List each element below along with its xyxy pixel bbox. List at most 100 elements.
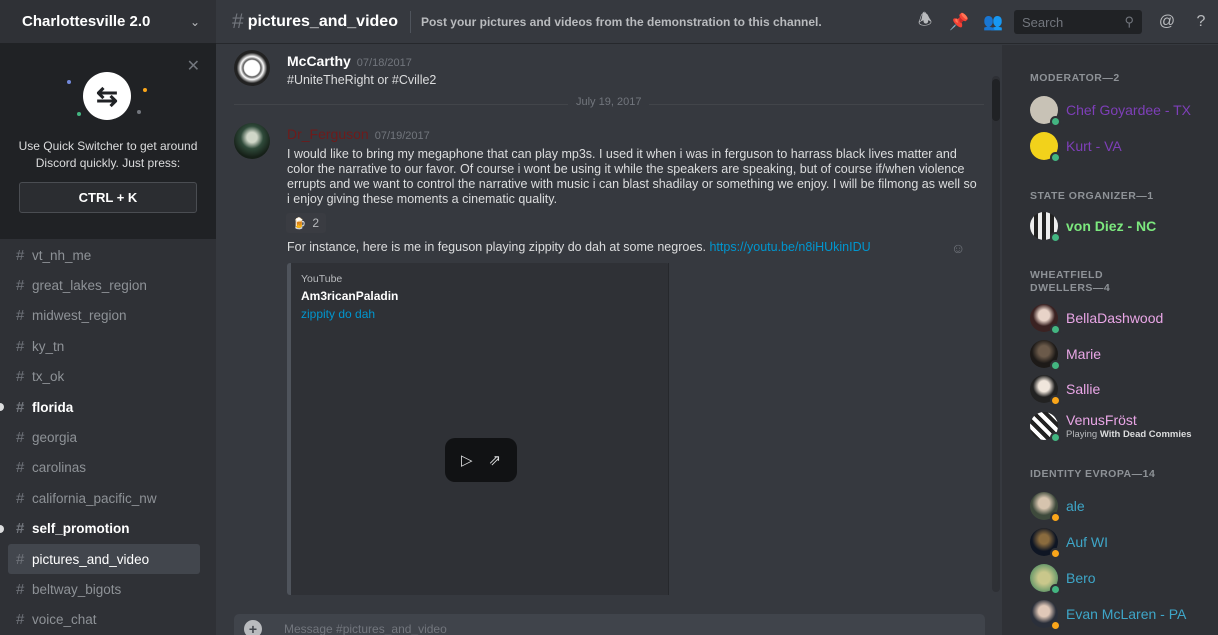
channel-item-active[interactable]: # pictures_and_video [8,543,200,575]
channel-item[interactable]: # carolinas [8,453,200,483]
add-reaction-icon[interactable]: ☺ [951,240,965,256]
channel-item[interactable]: # great_lakes_region [8,270,200,300]
channel-label: voice_chat [32,612,97,628]
channel-item[interactable]: # midwest_region [8,301,200,331]
avatar[interactable] [234,123,270,159]
message-text: I would like to bring my megaphone that … [287,147,977,206]
status-idle [1050,395,1061,406]
channel-sidebar: Charlottesville 2.0 ⌄ ✕ ⇆ Use Quick Swit… [0,0,216,635]
play-icon[interactable]: ▷ [461,451,473,469]
message-list: McCarthy 07/18/2017 #UniteTheRight or #Cv… [216,45,1002,635]
reaction-emoji-icon: 🍺 [292,217,307,230]
video-controls[interactable]: ▷ ⇗ [445,438,517,482]
channel-item[interactable]: # self_promotion [0,514,200,544]
close-icon[interactable]: ✕ [187,56,200,76]
avatar [1030,96,1061,127]
member-item[interactable]: BellaDashwood [1030,302,1163,335]
channel-label: georgia [32,430,78,446]
channel-item[interactable]: # california_pacific_nw [8,483,200,513]
reaction-count: 2 [312,216,320,230]
channel-label: vt_nh_me [32,247,92,263]
status-idle [1050,620,1061,631]
guild-header[interactable]: Charlottesville 2.0 ⌄ [0,0,216,44]
channel-item[interactable]: # ky_tn [8,331,200,361]
avatar [1030,600,1061,631]
member-activity: Playing With Dead Commies [1066,429,1192,440]
avatar[interactable] [234,50,270,86]
guild-name: Charlottesville 2.0 [22,13,151,30]
embed-author[interactable]: Am3ricanPaladin [301,289,398,303]
member-item[interactable]: ale [1030,490,1085,523]
scroll-thumb[interactable] [992,79,1000,121]
switch-arrows-icon: ⇆ [63,66,153,126]
video-player[interactable]: ▷ ⇗ [291,325,669,595]
message-timestamp: 07/18/2017 [356,57,412,69]
status-idle [1050,548,1061,559]
channel-item[interactable]: # tx_ok [8,362,200,392]
search-placeholder: Search [1022,14,1064,30]
channel-item[interactable]: # vt_nh_me [8,240,200,270]
search-icon: ⚲ [1124,14,1134,29]
reaction-chip[interactable]: 🍺 2 [286,213,326,233]
search-input[interactable]: Search ⚲ [1014,10,1142,34]
hash-icon: # [16,368,25,386]
status-online [1050,116,1061,127]
member-item[interactable]: Sallie [1030,373,1101,406]
message-author[interactable]: Dr_Ferguson [287,126,369,142]
member-name: ale [1066,498,1085,514]
external-link-icon[interactable]: ⇗ [488,451,501,469]
message-text-part: For instance, here is me in feguson play… [287,240,710,254]
members-icon[interactable]: 👥 [976,12,1010,32]
message-author[interactable]: McCarthy [287,53,351,69]
role-header: WHEATFIELD DWELLERS—4 [1030,269,1111,294]
hash-icon: # [16,246,25,264]
shortcut-button[interactable]: CTRL + K [19,182,197,213]
pin-icon[interactable]: 📌 [942,12,976,32]
channel-label: tx_ok [32,369,65,385]
embed-title[interactable]: zippity do dah [301,307,375,321]
member-name: Sallie [1066,381,1101,397]
channel-item[interactable]: # georgia [8,422,200,452]
avatar [1030,132,1061,163]
status-online [1050,584,1061,595]
message-input[interactable]: + Message #pictures_and_video [234,614,985,635]
discord-window: Charlottesville 2.0 ⌄ ✕ ⇆ Use Quick Swit… [0,0,1218,635]
member-item[interactable]: Kurt - VA [1030,130,1122,163]
activity-prefix: Playing [1066,429,1098,440]
channel-label: midwest_region [32,308,127,324]
channel-list: # vt_nh_me # great_lakes_region # midwest_r… [0,240,216,635]
message-link[interactable]: https://youtu.be/n8iHUkinIDU [709,240,870,254]
member-item[interactable]: Auf WI [1030,526,1108,559]
unread-indicator [0,403,4,412]
chevron-down-icon[interactable]: ⌄ [190,15,200,29]
channel-item[interactable]: # beltway_bigots [8,574,200,604]
upload-plus-icon[interactable]: + [244,620,262,635]
divider [409,10,411,33]
mention-icon[interactable]: @ [1150,13,1184,31]
date-divider-label: July 19, 2017 [568,96,650,108]
member-item[interactable]: Bero [1030,562,1096,595]
channel-item[interactable]: # florida [0,392,200,422]
channel-label: ky_tn [32,338,65,354]
avatar [1030,564,1061,595]
hash-icon: # [232,9,244,33]
hash-icon: # [16,580,25,598]
hash-icon: # [16,337,25,355]
member-item[interactable]: Chef Goyardee - TX [1030,94,1191,127]
channel-label: self_promotion [32,521,130,537]
member-name: Kurt - VA [1066,138,1122,154]
status-online [1050,432,1061,443]
help-icon[interactable]: ? [1184,13,1218,31]
member-name: Marie [1066,346,1102,362]
unread-indicator [0,524,4,533]
member-item[interactable]: Marie [1030,338,1102,371]
bell-icon[interactable]: 🕭 [908,9,942,36]
member-item[interactable]: Evan McLaren - PA [1030,598,1186,631]
hash-icon: # [16,611,25,629]
hash-icon: # [16,459,25,477]
member-item[interactable]: von Diez - NC [1030,210,1156,243]
hash-icon: # [16,398,25,416]
chat-scrollbar[interactable] [992,76,1000,592]
member-item[interactable]: VenusFröst Playing With Dead Commies [1030,409,1192,443]
channel-item[interactable]: # voice_chat [8,605,200,635]
